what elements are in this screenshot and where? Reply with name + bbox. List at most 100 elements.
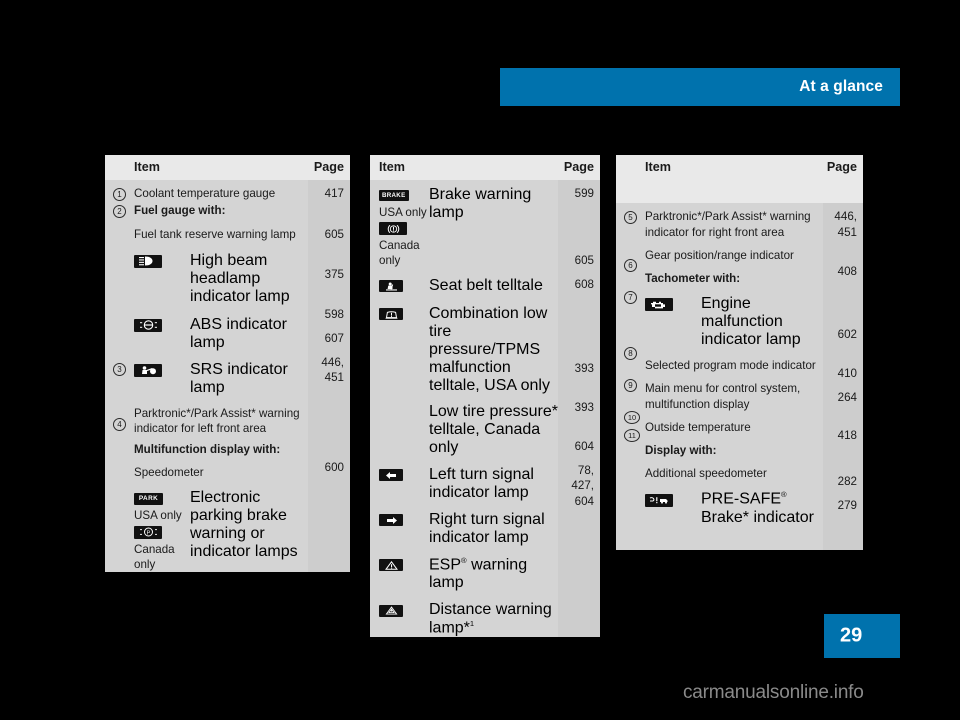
- item-label: Parktronic*/Park Assist* warning indicat…: [134, 406, 300, 435]
- left-rail-body: [370, 180, 378, 638]
- seat-belt-glyph: [385, 282, 397, 291]
- left-rail: [370, 155, 378, 180]
- page-value: 602: [837, 328, 857, 342]
- item-label: High beam headlamp indicator lamp: [190, 251, 290, 305]
- column-header-page: Page: [823, 155, 863, 204]
- right-arrow-glyph: [386, 516, 397, 524]
- left-rail: [105, 155, 113, 180]
- page-value: 410: [837, 367, 857, 381]
- column-header-item: Item: [378, 155, 558, 180]
- electronic-parking-brake-icon: PARK: [134, 493, 163, 506]
- item-number: 5: [624, 209, 644, 225]
- item-number: 7: [624, 289, 644, 304]
- parking-brake-canada-icon: P: [134, 525, 162, 539]
- column-header-page: Page: [558, 155, 600, 180]
- page-value: 375: [324, 267, 344, 281]
- item-number: 9: [624, 377, 644, 393]
- item-label: Electronic parking brake warning or indi…: [190, 489, 298, 561]
- column-header-item: Item: [644, 155, 823, 204]
- page-number: 29: [840, 624, 863, 647]
- item-number-column: 5 6 7 8 9 10 11: [624, 203, 644, 550]
- item-label: Low tire pressure* telltale, Canada only: [429, 402, 558, 456]
- high-beam-headlamp-glyph: [139, 256, 153, 266]
- item-label: Tachometer with:: [645, 271, 741, 285]
- item-label: Additional speedometer: [645, 467, 767, 481]
- low-tire-pressure-tpms-icon: [379, 305, 429, 324]
- header-spacer: [113, 155, 133, 180]
- page-number-column: 417 605 375 598 607 446, 451 600: [308, 180, 350, 573]
- right-turn-signal-icon: [379, 511, 429, 530]
- item-label: Fuel gauge with:: [134, 204, 226, 218]
- watermark: carmanualsonline.info: [683, 682, 864, 703]
- esp-triangle-glyph: [384, 560, 398, 570]
- item-number: 8: [624, 345, 644, 360]
- header-banner: At a glance: [500, 68, 900, 106]
- page-value: 608: [574, 278, 594, 292]
- page-value: 78, 427, 604: [571, 464, 594, 508]
- left-rail: [616, 155, 624, 204]
- item-label: Distance warning lamp*1: [429, 600, 552, 637]
- item-number: 1: [113, 186, 133, 201]
- engine-malfunction-icon: [645, 295, 701, 314]
- item-label: Parktronic*/Park Assist* warning indicat…: [645, 210, 811, 239]
- page-value: 282: [837, 475, 857, 489]
- table-column-2: Item Page BRAKE USA only Canada only Bra…: [370, 155, 600, 638]
- item-label: Coolant temperature gauge: [134, 187, 276, 200]
- abs-indicator-icon: [134, 316, 190, 335]
- item-label: Speedometer: [134, 466, 204, 480]
- electronic-parking-brake-caption: USA only: [134, 509, 182, 523]
- item-text-column: Coolant temperature gauge Fuel gauge wit…: [133, 180, 308, 573]
- page-value: 604: [574, 440, 594, 454]
- item-label: Fuel tank reserve warning lamp: [134, 228, 296, 242]
- item-label: Left turn signal indicator lamp: [429, 465, 534, 501]
- left-rail-body: [105, 180, 113, 573]
- srs-airbag-glyph: [141, 366, 156, 375]
- distance-triangle-glyph: [385, 606, 397, 615]
- page-value: 605: [324, 228, 344, 242]
- page-value: 605: [574, 254, 594, 268]
- item-text-column: Parktronic*/Park Assist* warning indicat…: [644, 203, 823, 550]
- left-rail-body: [616, 203, 624, 550]
- brake-warning-usa-icon: BRAKE: [379, 190, 409, 202]
- page-value: 600: [324, 460, 344, 474]
- engine-glyph: [651, 301, 665, 309]
- pre-safe-brake-icon: [645, 490, 701, 509]
- brake-warning-canada-glyph: [387, 224, 399, 234]
- item-label: PRE-SAFE® Brake* indicator: [701, 490, 814, 526]
- page-value: 446, 451: [321, 356, 344, 385]
- table-column-1: Item Page 1 2 3 4 Coolant temperature ga…: [105, 155, 350, 573]
- item-number: 10: [624, 409, 644, 425]
- left-arrow-glyph: [385, 471, 396, 479]
- high-beam-headlamp-icon: [134, 252, 190, 271]
- brake-warning-canada-icon: [379, 222, 407, 236]
- srs-airbag-icon: [134, 361, 190, 380]
- item-text-column: BRAKE USA only Canada only Brake warning: [378, 180, 558, 638]
- parking-brake-canada-caption: Canada only: [134, 542, 175, 571]
- item-label: ABS indicator lamp: [190, 315, 287, 351]
- item-number: 2: [113, 203, 133, 219]
- item-label: Gear position/range indicator: [645, 248, 794, 262]
- parking-brake-canada-glyph: P: [139, 527, 157, 537]
- left-turn-signal-icon: [379, 466, 429, 485]
- page-number-tab: 29: [824, 614, 900, 658]
- item-label: Combination low tire pressure/TPMS malfu…: [429, 304, 550, 394]
- pre-safe-brake-glyph: [649, 497, 668, 504]
- item-label: Outside temperature: [645, 420, 751, 434]
- item-label: Main menu for control system, multifunct…: [645, 382, 801, 411]
- item-label: ESP® warning lamp: [429, 555, 528, 591]
- svg-text:P: P: [146, 531, 150, 537]
- parking-brake-icon-group: PARK USA only P Canada only: [134, 489, 190, 572]
- item-number-column: 1 2 3 4: [113, 180, 133, 573]
- icon-placeholder: [379, 403, 429, 404]
- item-label: Seat belt telltale: [429, 276, 543, 294]
- page-title: At a glance: [799, 78, 883, 95]
- page-value: 393: [574, 400, 594, 414]
- page-number-column: 446, 451 408 602 410 264 418 282 279: [823, 203, 863, 550]
- page-value: 446, 451: [834, 210, 857, 239]
- brake-warning-icon-group: BRAKE USA only Canada only: [379, 186, 429, 269]
- item-label: Multifunction display with:: [134, 443, 281, 457]
- brake-warning-usa-caption: USA only: [379, 206, 427, 219]
- distance-warning-icon: [379, 601, 429, 620]
- item-number: 6: [624, 257, 644, 272]
- page-value: 393: [574, 361, 594, 375]
